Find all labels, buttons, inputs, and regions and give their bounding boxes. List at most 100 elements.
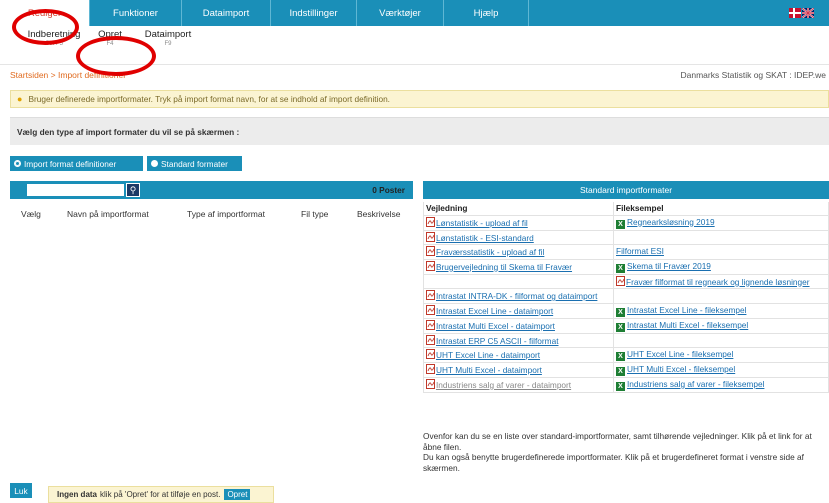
example-link[interactable]: Regnearksløsning 2019 (627, 217, 715, 227)
guide-link[interactable]: UHT Multi Excel - dataimport (436, 365, 542, 375)
col-filtype[interactable]: Fil type (301, 209, 328, 219)
excel-icon: X (616, 367, 625, 376)
pdf-icon (426, 216, 435, 227)
post-count: 0 Poster (372, 185, 405, 195)
col-vejledning: Vejledning (423, 202, 614, 216)
example-cell: X Skema til Fravær 2019 (613, 258, 829, 275)
menu-vaerktojer[interactable]: Værktøjer (357, 0, 444, 26)
excel-icon: X (616, 263, 625, 273)
guide-link[interactable]: Industriens salg af varer - dataimport (436, 380, 571, 390)
sub-dataimport[interactable]: Dataimport F9 (143, 29, 193, 47)
col-type[interactable]: Type af importformat (187, 209, 265, 219)
uk-flag-icon[interactable] (802, 8, 814, 18)
menu-dataimport[interactable]: Dataimport (182, 0, 271, 26)
col-vaelg[interactable]: Vælg (21, 209, 41, 219)
guide-cell: Intrastat INTRA-DK - filformat og dataim… (423, 288, 614, 304)
danish-flag-icon[interactable] (789, 8, 801, 18)
table-row: Intrastat INTRA-DK - filformat og dataim… (423, 288, 829, 304)
pdf-icon (426, 319, 435, 330)
radio-unselected-icon (151, 160, 158, 167)
toggle-standard[interactable]: Standard formater (147, 156, 242, 171)
example-cell: X UHT Multi Excel - fileksempel (613, 362, 829, 378)
example-cell: X Industriens salg af varer - fileksempel (613, 377, 829, 393)
guide-cell: Lønstatistik - ESI-standard (423, 229, 614, 245)
guide-link[interactable]: Intrastat Multi Excel - dataimport (436, 321, 555, 331)
pdf-icon (426, 379, 435, 389)
guide-link[interactable]: Lønstatistik - ESI-standard (436, 233, 534, 243)
menu-indstillinger[interactable]: Indstillinger (271, 0, 357, 26)
table-row: Intrastat Excel Line - dataimport X Intras… (423, 302, 829, 319)
toggle-user-defined-label: Import format definitioner (24, 158, 117, 169)
left-panel-header: ⚲ 0 Poster (10, 181, 413, 199)
help-text: Ovenfor kan du se en liste over standard… (423, 431, 829, 473)
example-link[interactable]: Intrastat Multi Excel - fileksempel (627, 320, 748, 330)
example-cell (613, 229, 829, 245)
guide-cell (423, 273, 614, 289)
example-cell (613, 288, 829, 304)
pdf-icon (426, 231, 435, 242)
example-link[interactable]: Filformat ESI (616, 246, 664, 256)
excel-icon: X (616, 352, 625, 361)
excel-icon: X (616, 219, 625, 229)
example-cell (613, 332, 829, 348)
col-navn[interactable]: Navn på importformat (67, 209, 149, 219)
table-header-row: Vejledning Fileksempel (423, 202, 829, 216)
example-cell: X Regnearksløsning 2019 (613, 214, 829, 231)
guide-link[interactable]: Lønstatistik - upload af fil (436, 218, 528, 228)
table-row: Fravær filformat til regneark og lignend… (423, 273, 829, 289)
annotation-circle-opret (76, 36, 156, 76)
pdf-icon (426, 364, 435, 374)
pdf-icon (426, 334, 435, 345)
guide-link[interactable]: Intrastat INTRA-DK - filformat og dataim… (436, 291, 597, 301)
example-link[interactable]: Fravær filformat til regneark og lignend… (626, 277, 810, 287)
info-banner: ● Bruger definerede importformater. Tryk… (10, 90, 829, 108)
toggle-user-defined[interactable]: Import format definitioner (10, 156, 143, 171)
opret-button[interactable]: Opret (224, 489, 251, 500)
search-input[interactable] (27, 184, 124, 196)
table-row: Lønstatistik - upload af fil X Regnearkslø… (423, 214, 829, 231)
example-cell: X Intrastat Excel Line - fileksempel (613, 302, 829, 319)
select-prompt: Vælg den type af import formater du vil … (10, 117, 829, 145)
guide-cell: Lønstatistik - upload af fil (423, 214, 614, 231)
close-button[interactable]: Luk (10, 483, 32, 498)
menu-funktioner[interactable]: Funktioner (90, 0, 182, 26)
guide-cell: UHT Excel Line - dataimport (423, 347, 614, 363)
excel-icon: X (616, 382, 625, 391)
guide-link[interactable]: Fraværsstatistik - upload af fil (436, 247, 544, 257)
standard-formats-header: Standard importformater (423, 181, 829, 199)
toggle-standard-label: Standard formater (161, 158, 228, 169)
standard-formats-table: Vejledning Fileksempel Lønstatistik - up… (423, 202, 829, 393)
guide-link[interactable]: UHT Excel Line - dataimport (436, 350, 540, 360)
table-row: Lønstatistik - ESI-standard (423, 229, 829, 245)
example-link[interactable]: Skema til Fravær 2019 (627, 261, 711, 271)
col-beskrivelse[interactable]: Beskrivelse (357, 209, 400, 219)
pdf-icon (426, 304, 435, 315)
help-text-2: Du kan også benytte brugerdefinerede imp… (423, 452, 804, 473)
col-fileksempel: Fileksempel (613, 202, 829, 216)
breadcrumb-separator: > (50, 70, 56, 80)
guide-cell: Brugervejledning til Skema til Fravær (423, 258, 614, 275)
table-row: Industriens salg af varer - dataimport X I… (423, 377, 829, 393)
table-row: Brugervejledning til Skema til Fravær X Sk… (423, 258, 829, 275)
search-button[interactable]: ⚲ (126, 183, 140, 197)
info-text: Bruger definerede importformater. Tryk p… (28, 94, 390, 104)
guide-cell: Fraværsstatistik - upload af fil (423, 244, 614, 260)
table-row: Intrastat ERP C5 ASCII - filformat (423, 332, 829, 348)
breadcrumb-home[interactable]: Startsiden (10, 70, 48, 80)
table-row: UHT Excel Line - dataimport X UHT Excel Li… (423, 347, 829, 363)
example-link[interactable]: Industriens salg af varer - fileksempel (627, 379, 764, 389)
guide-link[interactable]: Brugervejledning til Skema til Fravær (436, 262, 572, 272)
example-cell: X UHT Excel Line - fileksempel (613, 347, 829, 363)
guide-link[interactable]: Intrastat ERP C5 ASCII - filformat (436, 336, 559, 346)
language-flag-icon[interactable] (789, 8, 815, 18)
example-link[interactable]: UHT Multi Excel - fileksempel (627, 364, 735, 374)
example-link[interactable]: UHT Excel Line - fileksempel (627, 349, 733, 359)
guide-link[interactable]: Intrastat Excel Line - dataimport (436, 306, 553, 316)
owner-label: Danmarks Statistik og SKAT : IDEP.we (680, 70, 826, 80)
no-data-title: Ingen data (57, 490, 98, 499)
example-cell: Fravær filformat til regneark og lignend… (613, 273, 829, 289)
example-link[interactable]: Intrastat Excel Line - fileksempel (627, 305, 746, 315)
example-cell: Filformat ESI (613, 244, 829, 260)
menu-hjaelp[interactable]: Hjælp (444, 0, 529, 26)
guide-cell: UHT Multi Excel - dataimport (423, 362, 614, 378)
